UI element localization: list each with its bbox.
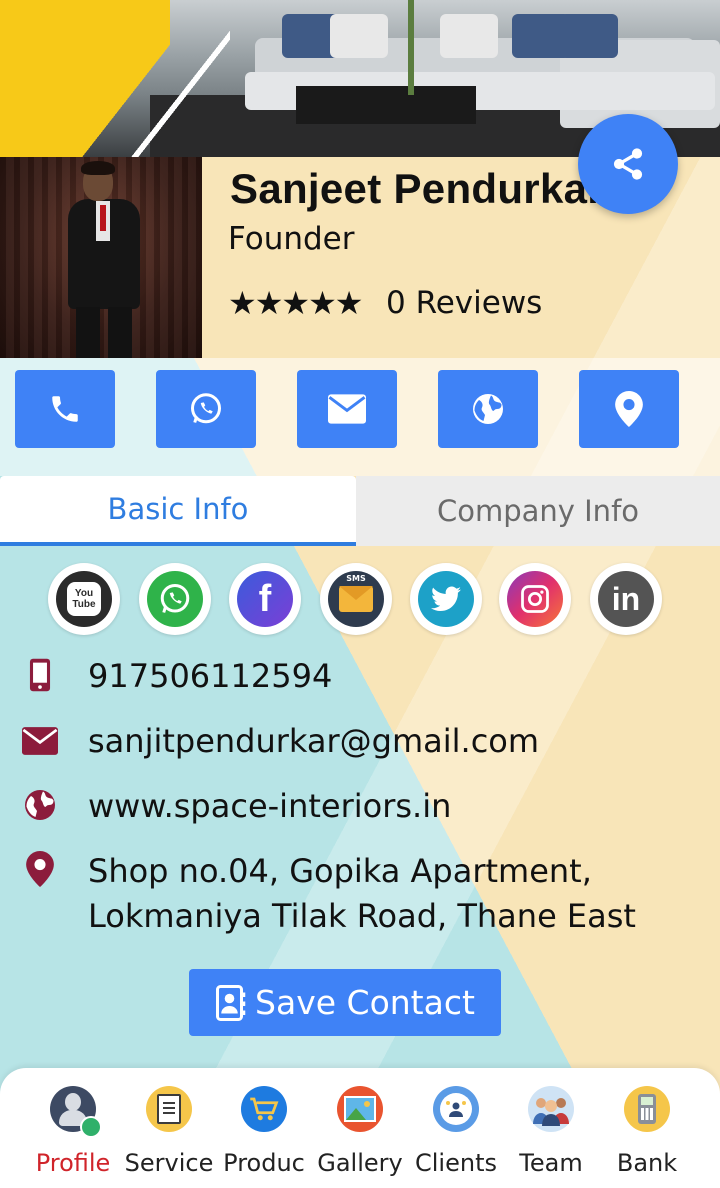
website-button[interactable] xyxy=(438,370,538,448)
whatsapp-link[interactable] xyxy=(139,563,211,635)
linkedin-icon: in xyxy=(598,571,654,627)
call-button[interactable] xyxy=(15,370,115,448)
globe-icon xyxy=(473,394,503,424)
profile-role: Founder xyxy=(228,221,355,257)
youtube-icon: You Tube xyxy=(56,571,112,627)
contact-website[interactable]: www.space-interiors.in xyxy=(88,786,451,826)
clients-icon xyxy=(433,1086,479,1132)
share-button[interactable] xyxy=(578,114,678,214)
email-icon xyxy=(20,721,60,761)
gallery-icon xyxy=(337,1086,383,1132)
sms-label: SMS xyxy=(346,574,366,583)
profile-icon xyxy=(50,1086,102,1138)
instagram-link[interactable] xyxy=(499,563,571,635)
whatsapp-button[interactable] xyxy=(156,370,256,448)
nav-products[interactable]: Produc xyxy=(216,1068,312,1188)
twitter-icon xyxy=(418,571,474,627)
share-icon xyxy=(613,148,643,180)
linkedin-link[interactable]: in xyxy=(590,563,662,635)
nav-gallery[interactable]: Gallery xyxy=(312,1068,408,1188)
contact-address-line1[interactable]: Shop no.04, Gopika Apartment, xyxy=(88,851,592,891)
nav-team[interactable]: Team xyxy=(503,1068,599,1188)
info-tabs: Basic Info Company Info xyxy=(0,476,720,546)
sms-link[interactable]: SMS xyxy=(320,563,392,635)
twitter-link[interactable] xyxy=(410,563,482,635)
contact-card-icon xyxy=(216,984,246,1021)
rating-stars: ★★★★★ xyxy=(228,284,363,322)
tab-basic-info[interactable]: Basic Info xyxy=(0,476,356,546)
quick-actions xyxy=(0,358,720,476)
save-contact-button[interactable]: Save Contact xyxy=(189,969,501,1036)
profile-name: Sanjeet Pendurkar xyxy=(230,165,604,212)
nav-clients[interactable]: Clients xyxy=(408,1068,504,1188)
website-globe-icon xyxy=(20,785,60,825)
location-pin-icon xyxy=(615,391,643,427)
whatsapp-icon xyxy=(191,393,221,424)
youtube-label: You Tube xyxy=(72,588,96,610)
bank-card-icon xyxy=(624,1086,670,1132)
nav-profile[interactable]: Profile xyxy=(25,1068,121,1188)
facebook-icon: f xyxy=(237,571,293,627)
email-button[interactable] xyxy=(297,370,397,448)
whatsapp-social-icon xyxy=(147,571,203,627)
profile-page: Sanjeet Pendurkar Founder ★★★★★ 0 Review… xyxy=(0,0,720,1188)
sms-icon: SMS xyxy=(328,571,384,627)
team-icon xyxy=(528,1086,574,1132)
mail-icon xyxy=(328,394,366,424)
location-button[interactable] xyxy=(579,370,679,448)
cart-icon xyxy=(241,1086,287,1132)
clipboard-icon xyxy=(146,1086,192,1132)
facebook-label: f xyxy=(258,578,272,620)
contact-phone[interactable]: 917506112594 xyxy=(88,656,332,696)
contact-address-line2[interactable]: Lokmaniya Tilak Road, Thane East xyxy=(88,896,636,936)
instagram-icon xyxy=(507,571,563,627)
youtube-link[interactable]: You Tube xyxy=(48,563,120,635)
reviews-count[interactable]: 0 Reviews xyxy=(386,284,542,322)
bottom-nav: Profile Service Produc Gallery Clients T… xyxy=(0,1068,720,1188)
linkedin-label: in xyxy=(611,581,641,617)
contact-email[interactable]: sanjitpendurkar@gmail.com xyxy=(88,721,539,761)
nav-bank[interactable]: Bank xyxy=(599,1068,695,1188)
address-pin-icon xyxy=(20,849,60,889)
save-contact-label: Save Contact xyxy=(255,983,475,1022)
nav-service[interactable]: Service xyxy=(121,1068,217,1188)
facebook-link[interactable]: f xyxy=(229,563,301,635)
profile-photo xyxy=(0,157,202,358)
tab-company-info[interactable]: Company Info xyxy=(356,476,720,546)
phone-icon xyxy=(52,396,78,422)
mobile-icon xyxy=(20,655,60,695)
nav-bank-label: Bank xyxy=(616,1149,678,1177)
